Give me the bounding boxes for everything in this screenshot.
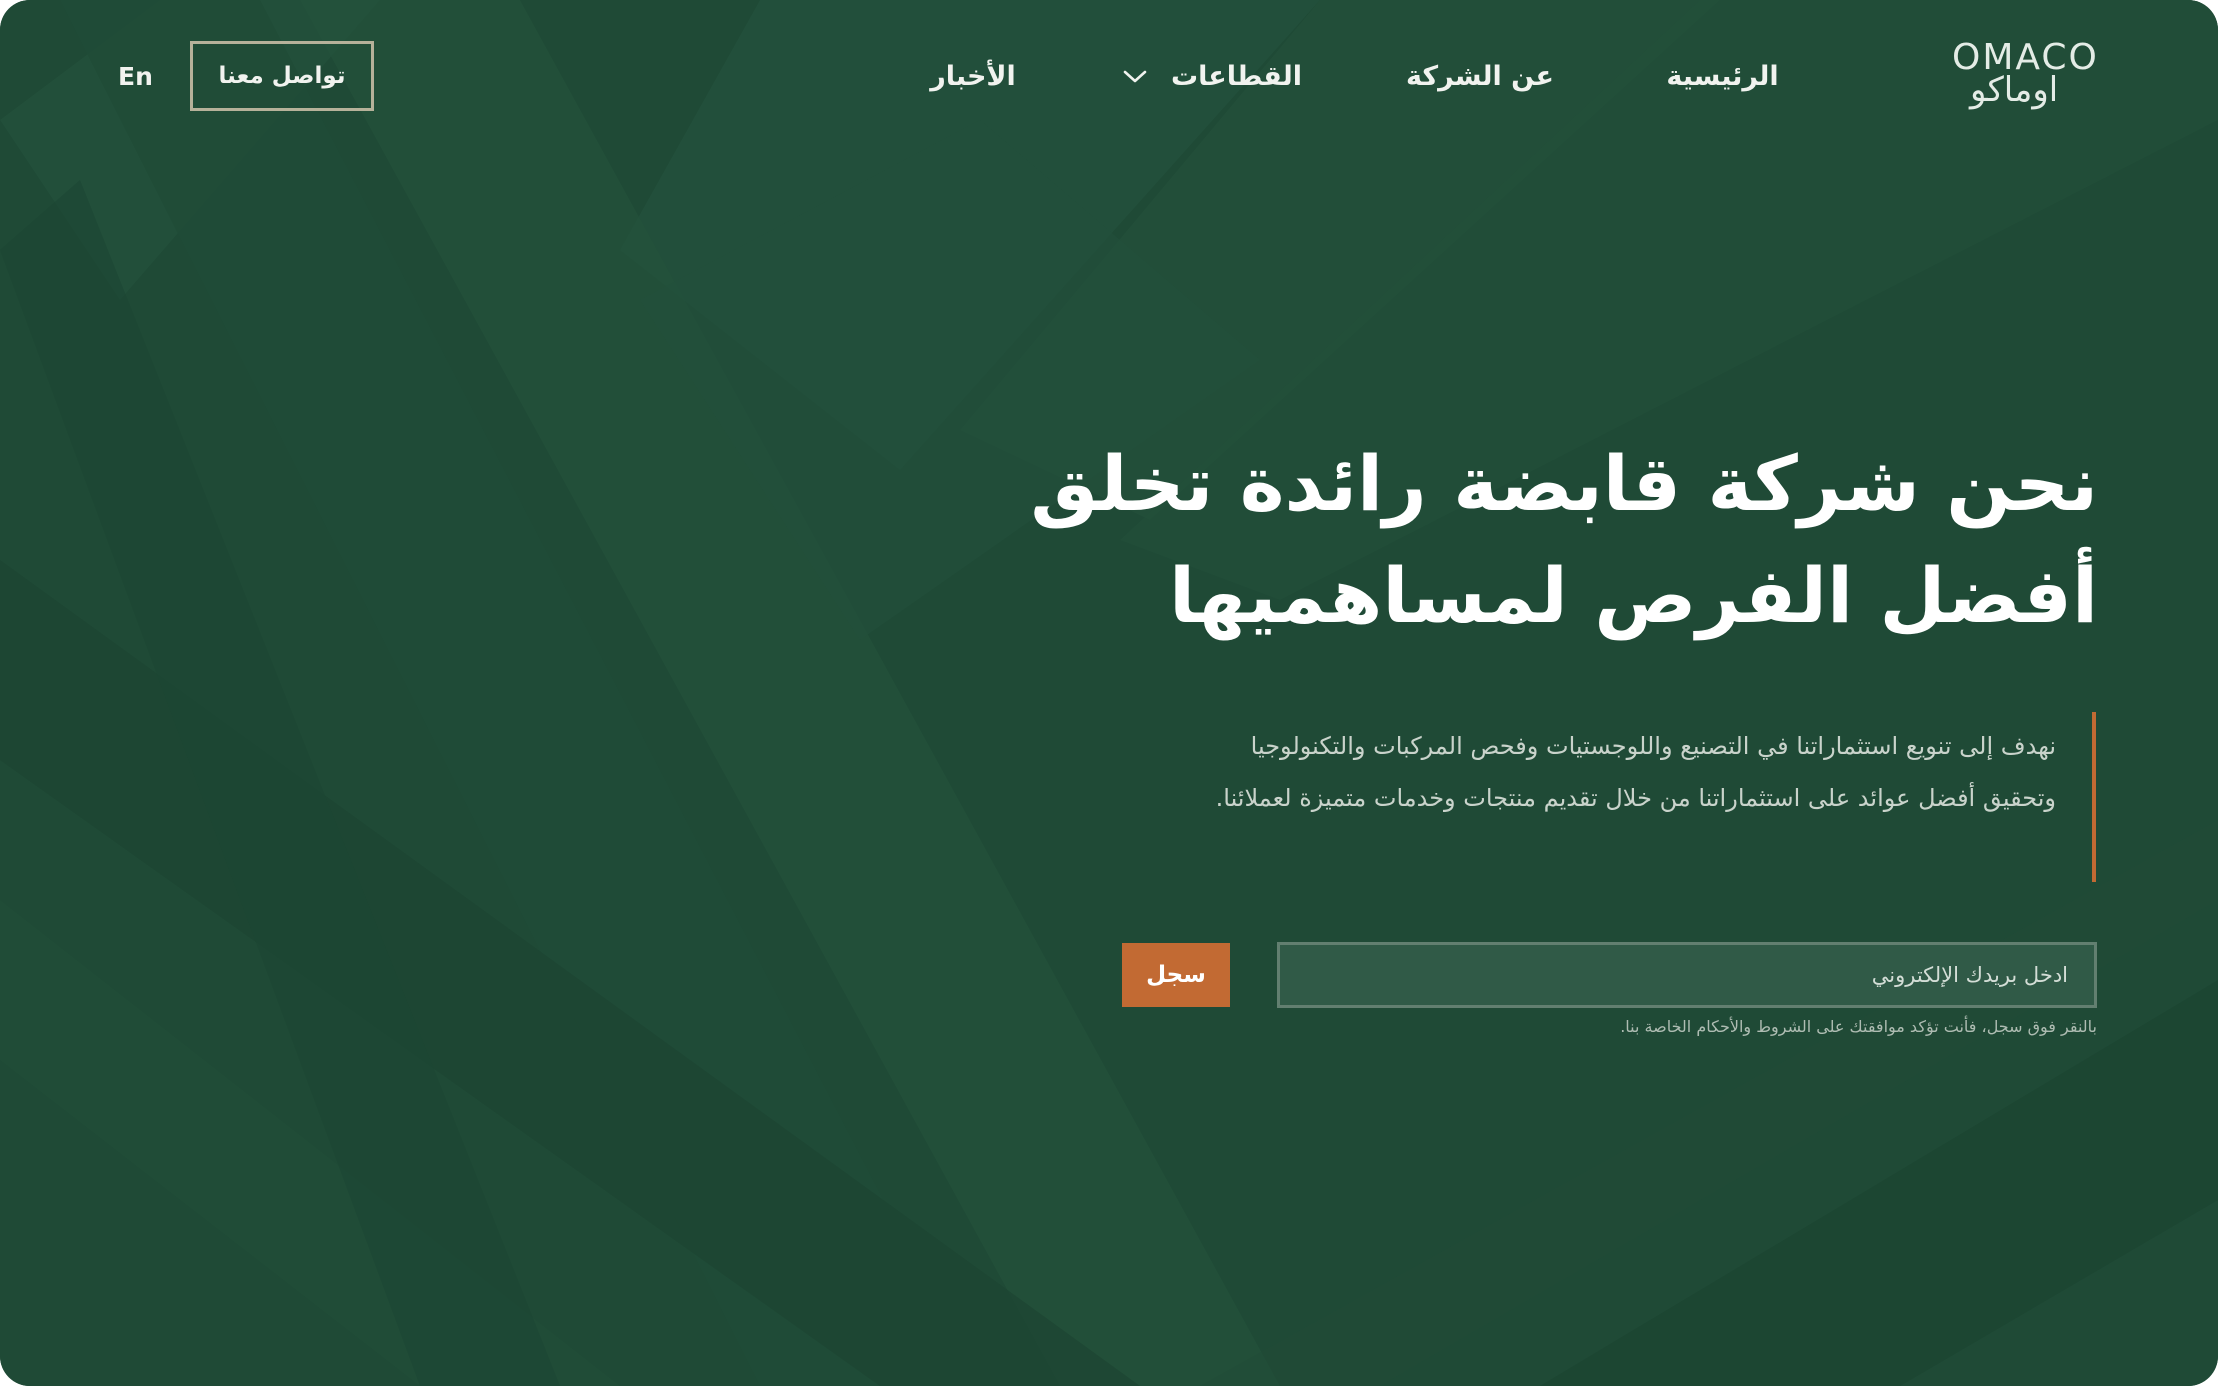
hero-description-block: نهدف إلى تنويع استثماراتنا في التصنيع وا…: [1180, 712, 2096, 882]
nav-sectors-label: القطاعات: [1171, 61, 1302, 92]
company-logo[interactable]: OMACO اوماكو: [1952, 38, 2108, 111]
email-input[interactable]: [1277, 942, 2097, 1008]
register-button[interactable]: سجل: [1122, 943, 1230, 1007]
background-pattern: [0, 0, 2218, 1386]
language-toggle[interactable]: En: [118, 54, 162, 100]
chevron-down-icon: [1122, 54, 1148, 100]
hero-description: نهدف إلى تنويع استثماراتنا في التصنيع وا…: [1215, 732, 2056, 812]
terms-note: بالنقر فوق سجل، فأنت تؤكد موافقتك على ال…: [1620, 1017, 2097, 1036]
landing-page: OMACO اوماكو الرئيسية عن الشركة القطاعات…: [0, 0, 2218, 1386]
nav-home-link[interactable]: الرئيسية: [1660, 54, 1785, 100]
logo-arabic-text: اوماكو: [1970, 70, 2059, 110]
nav-sectors-dropdown[interactable]: القطاعات: [1122, 54, 1302, 100]
nav-about-link[interactable]: عن الشركة: [1400, 54, 1560, 100]
hero-title: نحن شركة قابضة رائدة تخلق أفضل الفرص لمس…: [1030, 439, 2098, 640]
contact-us-button[interactable]: تواصل معنا: [190, 41, 374, 111]
nav-news-link[interactable]: الأخبار: [928, 54, 1018, 100]
